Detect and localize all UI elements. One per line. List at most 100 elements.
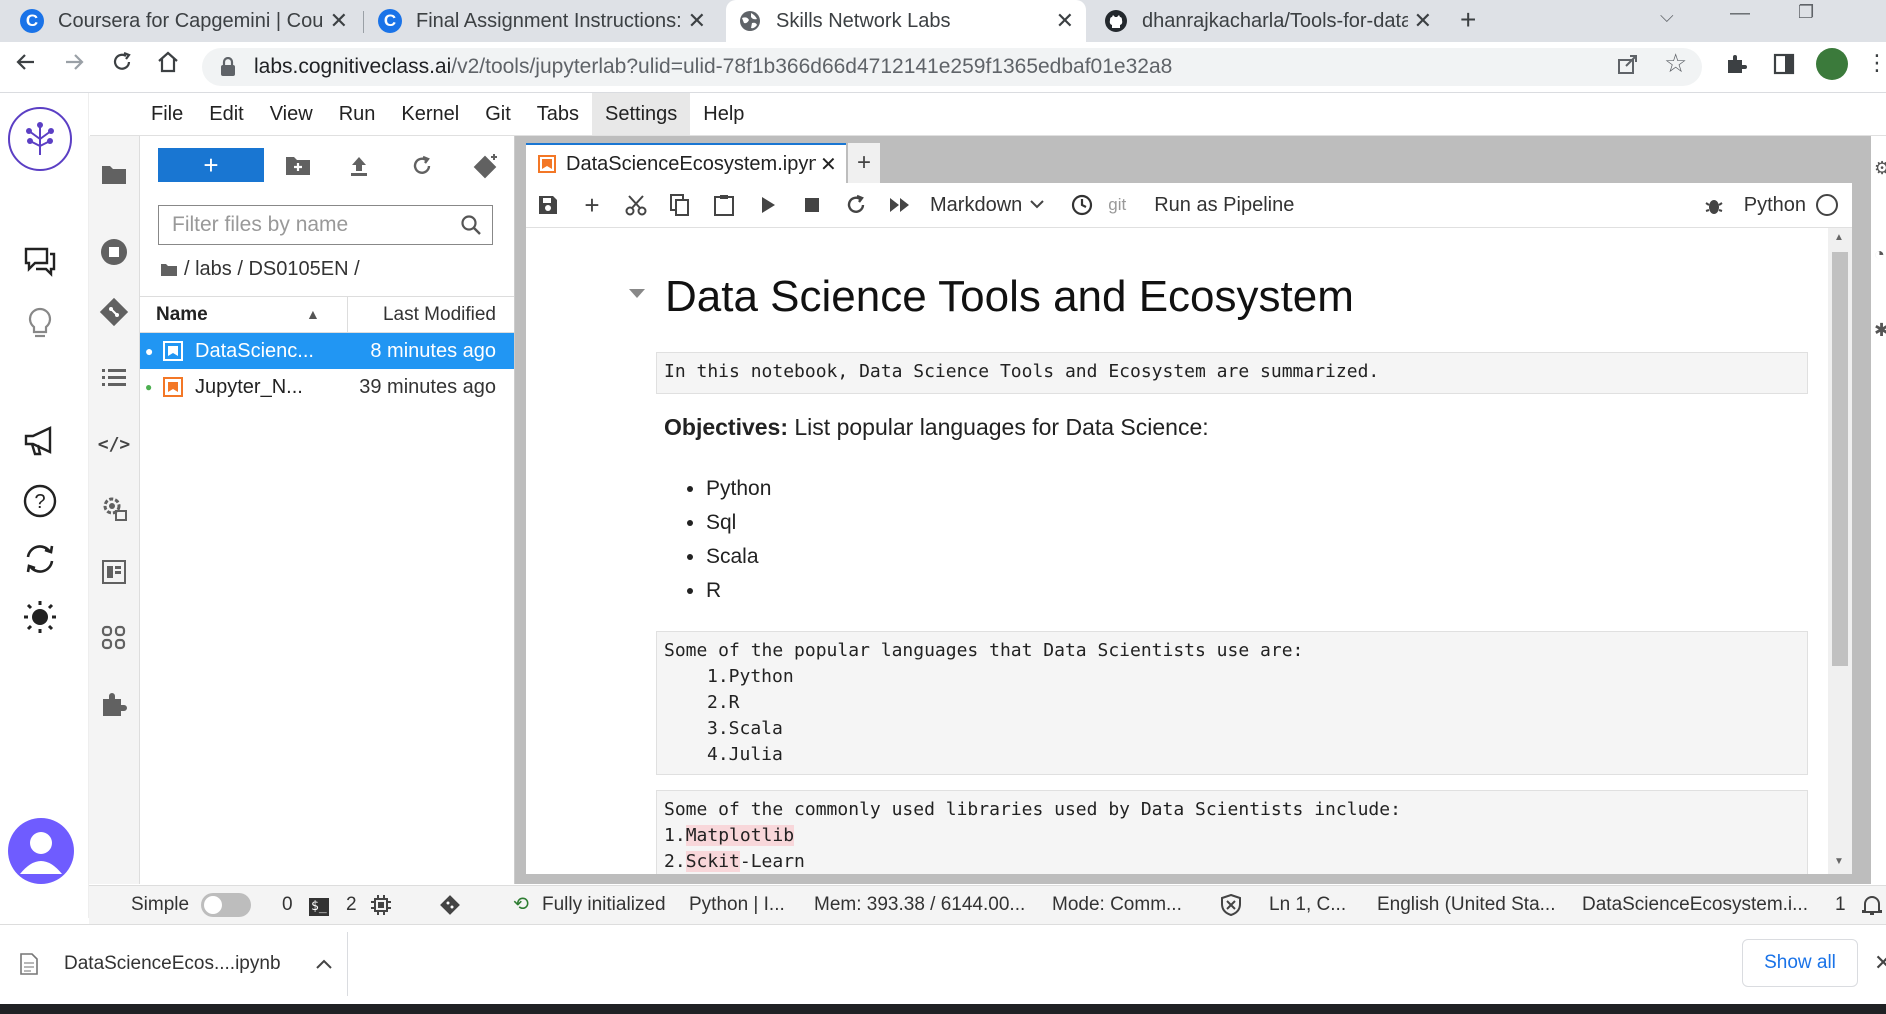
collapse-heading-icon[interactable] bbox=[628, 288, 646, 300]
components-icon[interactable] bbox=[96, 620, 132, 656]
restart-icon[interactable] bbox=[834, 183, 878, 227]
git-label[interactable]: git bbox=[1108, 195, 1126, 215]
close-icon[interactable]: ✕ bbox=[688, 8, 706, 34]
breadcrumb-path[interactable]: / labs / DS0105EN / bbox=[184, 258, 360, 281]
kernel-name[interactable]: Python bbox=[1744, 194, 1806, 217]
reload-icon[interactable] bbox=[110, 50, 134, 74]
upload-icon[interactable] bbox=[347, 154, 371, 178]
stop-icon[interactable] bbox=[790, 183, 834, 227]
new-launcher-button[interactable]: + bbox=[158, 148, 264, 182]
cell-type-dropdown[interactable]: Markdown bbox=[930, 194, 1044, 217]
debugger-bug-icon[interactable] bbox=[1692, 183, 1736, 227]
file-row[interactable]: ● DataScienc... 8 minutes ago bbox=[140, 333, 514, 369]
breadcrumb[interactable]: / labs / DS0105EN / bbox=[160, 258, 360, 281]
kernel-status[interactable]: Python | I... bbox=[689, 886, 785, 924]
theme-sun-icon[interactable] bbox=[22, 599, 58, 635]
kernel-chip-icon[interactable] bbox=[371, 895, 391, 915]
scroll-up-icon[interactable]: ▲ bbox=[1834, 232, 1844, 243]
menu-git[interactable]: Git bbox=[472, 93, 524, 135]
right-sidebar-palette-icon[interactable]: ◔ bbox=[1874, 244, 1885, 265]
markdown-raw-cell[interactable]: Some of the commonly used libraries used… bbox=[656, 790, 1808, 874]
cut-icon[interactable] bbox=[614, 183, 658, 227]
fast-forward-icon[interactable] bbox=[878, 183, 922, 227]
menu-file[interactable]: File bbox=[138, 93, 196, 135]
chevron-up-icon[interactable] bbox=[316, 959, 332, 969]
kernel-count[interactable]: 2 bbox=[346, 886, 357, 924]
menu-settings[interactable]: Settings bbox=[592, 93, 691, 135]
sync-icon[interactable] bbox=[22, 541, 58, 577]
show-all-downloads-button[interactable]: Show all bbox=[1742, 939, 1858, 987]
spellcheck-language[interactable]: English (United Sta... bbox=[1377, 886, 1555, 924]
markdown-raw-cell[interactable]: In this notebook, Data Science Tools and… bbox=[656, 352, 1808, 394]
menu-help[interactable]: Help bbox=[690, 93, 757, 135]
file-row[interactable]: ● Jupyter_N... 39 minutes ago bbox=[140, 369, 514, 405]
menu-run[interactable]: Run bbox=[326, 93, 389, 135]
url-bar[interactable]: labs.cognitiveclass.ai/v2/tools/jupyterl… bbox=[202, 48, 1702, 86]
notification-count[interactable]: 1 bbox=[1835, 886, 1846, 924]
code-snippets-icon[interactable]: </> bbox=[96, 426, 132, 462]
scroll-down-icon[interactable]: ▼ bbox=[1834, 856, 1844, 867]
notebook-scrollbar[interactable]: ▲ ▼ bbox=[1828, 228, 1852, 874]
scrollbar-thumb[interactable] bbox=[1832, 252, 1848, 666]
menu-edit[interactable]: Edit bbox=[196, 93, 256, 135]
current-file-name[interactable]: DataScienceEcosystem.i... bbox=[1582, 886, 1808, 924]
right-sidebar-settings-icon[interactable]: ⚙ bbox=[1874, 158, 1886, 179]
modified-column-header[interactable]: Last Modified bbox=[383, 304, 496, 326]
help-circle-icon[interactable]: ? bbox=[22, 483, 58, 519]
profile-avatar[interactable] bbox=[1816, 48, 1848, 80]
git-clone-icon[interactable] bbox=[472, 152, 500, 180]
home-icon[interactable] bbox=[156, 50, 180, 74]
new-folder-icon[interactable] bbox=[285, 154, 311, 176]
browser-menu-icon[interactable]: ⋮ bbox=[1866, 50, 1886, 76]
sort-ascending-icon[interactable]: ▲ bbox=[306, 306, 320, 322]
megaphone-icon[interactable] bbox=[22, 423, 58, 459]
menu-view[interactable]: View bbox=[257, 93, 326, 135]
lightbulb-icon[interactable] bbox=[22, 305, 58, 341]
download-item[interactable]: DataScienceEcos....ipynb bbox=[20, 944, 340, 984]
simple-mode-toggle[interactable] bbox=[201, 893, 251, 917]
browser-tab-coursera[interactable]: C Coursera for Capgemini | Courser ✕ bbox=[8, 0, 360, 42]
notebook-tab[interactable]: DataScienceEcosystem.ipynb ✕ bbox=[526, 143, 846, 183]
close-icon[interactable]: ✕ bbox=[1056, 8, 1074, 34]
git-icon[interactable] bbox=[96, 294, 132, 330]
browser-tab-github[interactable]: dhanrajkacharla/Tools-for-datasc ✕ bbox=[1092, 0, 1444, 42]
paste-icon[interactable] bbox=[702, 183, 746, 227]
minimize-button[interactable]: — bbox=[1730, 2, 1750, 25]
insert-cell-icon[interactable]: + bbox=[570, 183, 614, 227]
property-inspector-icon[interactable] bbox=[96, 554, 132, 590]
restore-button[interactable]: ❐ bbox=[1798, 2, 1814, 23]
menu-tabs[interactable]: Tabs bbox=[524, 93, 592, 135]
lock-icon[interactable] bbox=[220, 57, 236, 77]
browser-tab-skills-network[interactable]: Skills Network Labs ✕ bbox=[726, 0, 1086, 42]
save-icon[interactable] bbox=[526, 183, 570, 227]
terminal-icon[interactable]: $_ bbox=[309, 886, 329, 924]
bookmark-star-icon[interactable]: ☆ bbox=[1664, 48, 1687, 79]
folder-icon[interactable] bbox=[96, 156, 132, 192]
chat-icon[interactable] bbox=[22, 243, 58, 279]
markdown-raw-cell[interactable]: Some of the popular languages that Data … bbox=[656, 631, 1808, 775]
settings-gear-icon[interactable] bbox=[96, 490, 132, 526]
side-panel-icon[interactable] bbox=[1772, 52, 1796, 76]
name-column-header[interactable]: Name bbox=[156, 304, 208, 326]
clock-icon[interactable] bbox=[1060, 183, 1104, 227]
share-icon[interactable] bbox=[1616, 52, 1640, 76]
run-icon[interactable] bbox=[746, 183, 790, 227]
user-avatar-icon[interactable] bbox=[8, 818, 74, 884]
refresh-icon[interactable] bbox=[410, 154, 434, 178]
browser-tab-final-assignment[interactable]: C Final Assignment Instructions: Cr ✕ bbox=[366, 0, 718, 42]
skills-network-logo-icon[interactable] bbox=[8, 107, 72, 171]
menu-kernel[interactable]: Kernel bbox=[388, 93, 472, 135]
folder-icon[interactable] bbox=[160, 262, 178, 277]
new-tab-button[interactable]: + bbox=[1460, 4, 1476, 36]
back-icon[interactable] bbox=[14, 50, 38, 74]
file-filter-input[interactable]: Filter files by name bbox=[158, 205, 493, 245]
copy-icon[interactable] bbox=[658, 183, 702, 227]
tab-search-icon[interactable]: ⌵ bbox=[1660, 6, 1674, 27]
close-download-bar-icon[interactable]: ✕ bbox=[1874, 950, 1886, 976]
bell-icon[interactable] bbox=[1861, 894, 1883, 916]
close-icon[interactable]: ✕ bbox=[1414, 8, 1432, 34]
cursor-position[interactable]: Ln 1, C... bbox=[1269, 886, 1346, 924]
close-icon[interactable]: ✕ bbox=[330, 8, 348, 34]
trusted-shield-icon[interactable] bbox=[1221, 894, 1241, 916]
terminal-count[interactable]: 0 bbox=[282, 886, 293, 924]
